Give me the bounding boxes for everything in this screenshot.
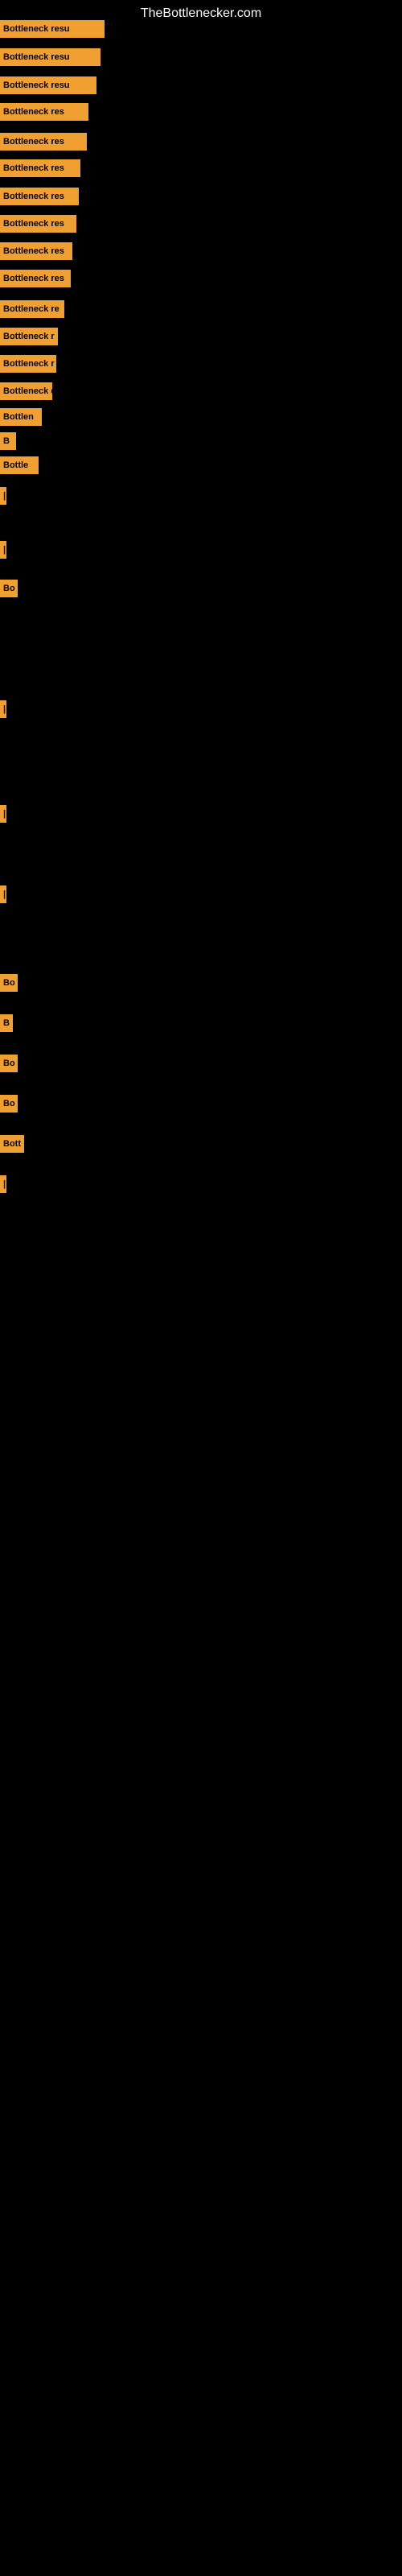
bar-item-15: Bottlen bbox=[0, 408, 42, 426]
bar-item-2: Bottleneck resu bbox=[0, 48, 100, 66]
bar-item-8: Bottleneck res bbox=[0, 215, 76, 233]
bar-item-19: | bbox=[0, 541, 6, 559]
bar-item-16: B bbox=[0, 432, 16, 450]
bar-item-29: | bbox=[0, 1175, 6, 1193]
bar-item-18: | bbox=[0, 487, 6, 505]
bar-item-20: Bo bbox=[0, 580, 18, 597]
bar-item-10: Bottleneck res bbox=[0, 270, 71, 287]
bar-item-21: | bbox=[0, 700, 6, 718]
bar-item-25: B bbox=[0, 1014, 13, 1032]
bar-item-6: Bottleneck res bbox=[0, 159, 80, 177]
bar-item-1: Bottleneck resu bbox=[0, 20, 105, 38]
bar-item-22: | bbox=[0, 805, 6, 823]
bar-item-13: Bottleneck r bbox=[0, 355, 56, 373]
bar-item-12: Bottleneck r bbox=[0, 328, 58, 345]
bar-item-5: Bottleneck res bbox=[0, 133, 87, 151]
bar-item-26: Bo bbox=[0, 1055, 18, 1072]
bar-item-4: Bottleneck res bbox=[0, 103, 88, 121]
bar-item-11: Bottleneck re bbox=[0, 300, 64, 318]
bar-item-7: Bottleneck res bbox=[0, 188, 79, 205]
bar-item-9: Bottleneck res bbox=[0, 242, 72, 260]
bar-item-28: Bott bbox=[0, 1135, 24, 1153]
bar-item-27: Bo bbox=[0, 1095, 18, 1113]
bar-item-23: | bbox=[0, 886, 6, 903]
bar-item-17: Bottle bbox=[0, 456, 39, 474]
bar-item-14: Bottleneck d bbox=[0, 382, 52, 400]
bar-item-3: Bottleneck resu bbox=[0, 76, 96, 94]
bar-item-24: Bo bbox=[0, 974, 18, 992]
